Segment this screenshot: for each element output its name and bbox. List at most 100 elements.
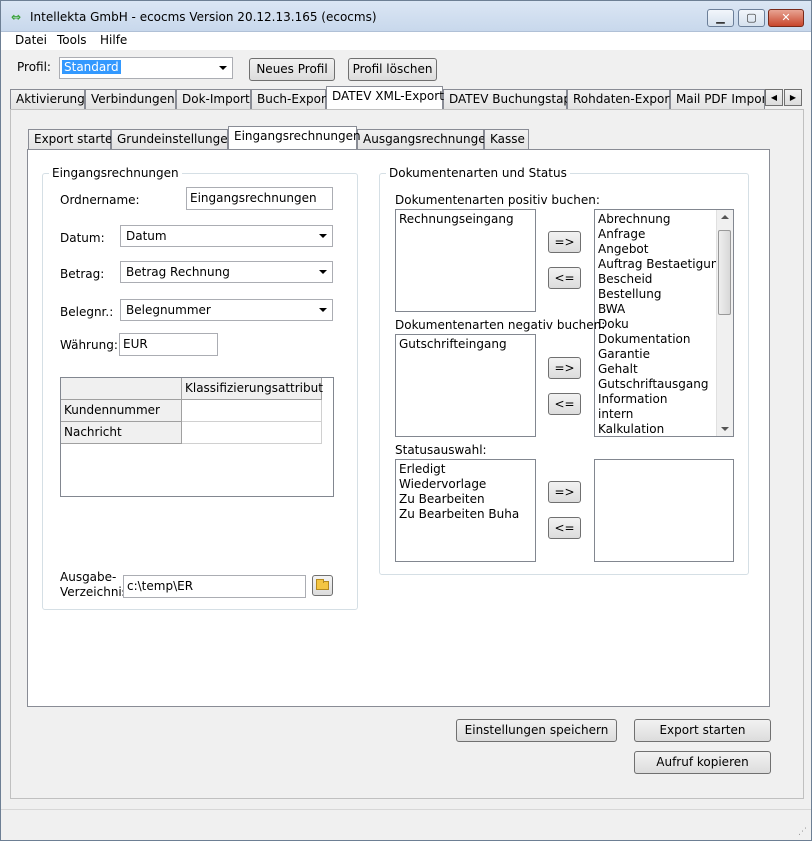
list-item[interactable]: Bescheid	[595, 272, 733, 287]
tab-aktivierung[interactable]: Aktivierung	[10, 89, 85, 109]
subtab-grundeinstellungen[interactable]: Grundeinstellungen	[111, 129, 235, 149]
datum-label: Datum:	[60, 231, 105, 245]
belegnr-select[interactable]: Belegnummer	[120, 299, 333, 321]
list-item[interactable]: Bestellung	[595, 287, 733, 302]
group-title: Dokumentenarten und Status	[386, 166, 570, 180]
waehrung-input[interactable]: EUR	[119, 333, 218, 356]
status-bar: ⋰	[1, 809, 811, 840]
sub-tabs: Export starten Grundeinstellungen Eingan…	[28, 126, 628, 149]
available-list[interactable]: Abrechnung Anfrage Angebot Auftrag Besta…	[594, 209, 734, 437]
profile-select[interactable]: Standard	[59, 57, 233, 79]
copy-call-button[interactable]: Aufruf kopieren	[634, 751, 771, 774]
subtab-export-starten[interactable]: Export starten	[28, 129, 120, 149]
tab-scroll-left-icon[interactable]: ◀	[765, 89, 783, 106]
scroll-thumb[interactable]	[718, 230, 731, 315]
folder-browse-button[interactable]	[312, 575, 333, 596]
add-negativ-button[interactable]: =>	[548, 357, 581, 379]
grid-row-label: Kundennummer	[61, 400, 182, 422]
add-status-button[interactable]: =>	[548, 481, 581, 503]
maximize-button[interactable]: ▢	[738, 9, 765, 27]
menu-tools[interactable]: Tools	[57, 33, 87, 47]
list-item[interactable]: intern	[595, 407, 733, 422]
tab-scroll-right-icon[interactable]: ▶	[784, 89, 802, 106]
close-button[interactable]: ✕	[768, 9, 804, 27]
scroll-up-icon[interactable]	[721, 215, 729, 219]
betrag-label: Betrag:	[60, 267, 105, 281]
list-item[interactable]: Gehalt	[595, 362, 733, 377]
save-settings-button[interactable]: Einstellungen speichern	[456, 719, 617, 742]
profile-label: Profil:	[17, 60, 51, 74]
remove-status-button[interactable]: <=	[548, 517, 581, 539]
menu-hilfe[interactable]: Hilfe	[100, 33, 127, 47]
list-item[interactable]: Kalkulation	[595, 422, 733, 436]
window-title: Intellekta GmbH - ecocms Version 20.12.1…	[30, 10, 377, 24]
group-title: Eingangsrechnungen	[49, 166, 182, 180]
list-item[interactable]: Information	[595, 392, 733, 407]
list-item[interactable]: Gutschriftausgang	[595, 377, 733, 392]
list-item[interactable]: Doku	[595, 317, 733, 332]
grid-cell[interactable]	[182, 400, 322, 422]
attribute-grid: Klassifizierungsattribut Kundennummer Na…	[60, 377, 334, 497]
list-item[interactable]: Rechnungseingang	[396, 210, 535, 227]
tab-buch-export[interactable]: Buch-Export	[251, 89, 331, 109]
list-item[interactable]: Zu Bearbeiten Buha	[396, 507, 535, 522]
list-item[interactable]: Gutschrifteingang	[396, 335, 535, 352]
remove-positiv-button[interactable]: <=	[548, 267, 581, 289]
tab-datev-xml-export[interactable]: DATEV XML-Export	[326, 86, 444, 109]
tab-dok-import[interactable]: Dok-Import	[176, 89, 251, 109]
list-item[interactable]: Garantie	[595, 347, 733, 362]
tab-verbindungen[interactable]: Verbindungen	[85, 89, 176, 109]
profile-select-value: Standard	[62, 60, 121, 74]
scroll-down-icon[interactable]	[721, 427, 729, 431]
subtab-kasse[interactable]: Kasse	[484, 129, 529, 149]
chevron-down-icon	[319, 234, 327, 238]
export-start-button[interactable]: Export starten	[634, 719, 771, 742]
waehrung-label: Währung:	[60, 338, 118, 352]
tab-mail-pdf-import[interactable]: Mail PDF Import	[670, 89, 765, 109]
main-tabs: Aktivierung Verbindungen Dok-Import Buch…	[10, 86, 810, 109]
status-selected-list[interactable]	[594, 459, 734, 562]
new-profile-button[interactable]: Neues Profil	[249, 58, 335, 81]
list-item[interactable]: Erledigt	[396, 462, 535, 477]
tab-rohdaten-export[interactable]: Rohdaten-Export	[567, 89, 674, 109]
datum-select[interactable]: Datum	[120, 225, 333, 247]
remove-negativ-button[interactable]: <=	[548, 393, 581, 415]
ordnername-input[interactable]: Eingangsrechnungen	[186, 187, 333, 210]
list-item[interactable]: Dokumentation	[595, 332, 733, 347]
add-positiv-button[interactable]: =>	[548, 231, 581, 253]
belegnr-label: Belegnr.:	[60, 305, 114, 319]
chevron-down-icon	[319, 270, 327, 274]
ordnername-label: Ordnername:	[60, 193, 140, 207]
available-list-scrollbar[interactable]	[716, 210, 733, 436]
list-item[interactable]: Anfrage	[595, 227, 733, 242]
list-item[interactable]: Zu Bearbeiten	[396, 492, 535, 507]
chevron-down-icon	[319, 308, 327, 312]
grid-cell[interactable]	[182, 422, 322, 444]
grid-row-label: Nachricht	[61, 422, 182, 444]
negativ-list[interactable]: Gutschrifteingang	[395, 334, 536, 437]
ausgabe-input[interactable]: c:\temp\ER	[123, 575, 306, 598]
list-item[interactable]: Auftrag Bestaetigung	[595, 257, 733, 272]
tab-datev-buchungstapel[interactable]: DATEV Buchungstapel	[443, 89, 582, 109]
folder-icon	[316, 579, 329, 590]
grid-corner	[61, 378, 182, 400]
subtab-eingangsrechnungen[interactable]: Eingangsrechnungen	[228, 126, 361, 149]
betrag-select[interactable]: Betrag Rechnung	[120, 261, 333, 283]
delete-profile-button[interactable]: Profil löschen	[348, 58, 437, 81]
list-item[interactable]: Abrechnung	[595, 212, 733, 227]
list-item[interactable]: BWA	[595, 302, 733, 317]
dokumentenarten-group: Dokumentenarten und Status Dokumentenart…	[379, 166, 749, 575]
menu-datei[interactable]: Datei	[15, 33, 47, 47]
app-window: ⇔ Intellekta GmbH - ecocms Version 20.12…	[0, 0, 812, 841]
minimize-button[interactable]: ▁	[707, 9, 734, 27]
list-item[interactable]: Wiedervorlage	[396, 477, 535, 492]
sub-tab-panel: Eingangsrechnungen Ordnername: Eingangsr…	[27, 149, 770, 707]
positiv-list[interactable]: Rechnungseingang	[395, 209, 536, 312]
subtab-ausgangsrechnungen[interactable]: Ausgangsrechnungen	[357, 129, 493, 149]
title-bar: ⇔ Intellekta GmbH - ecocms Version 20.12…	[1, 1, 811, 32]
chevron-down-icon	[219, 66, 227, 70]
app-logo-icon: ⇔	[11, 10, 22, 24]
list-item[interactable]: Angebot	[595, 242, 733, 257]
status-list[interactable]: Erledigt Wiedervorlage Zu Bearbeiten Zu …	[395, 459, 536, 562]
resize-grip-icon[interactable]: ⋰	[798, 827, 807, 837]
